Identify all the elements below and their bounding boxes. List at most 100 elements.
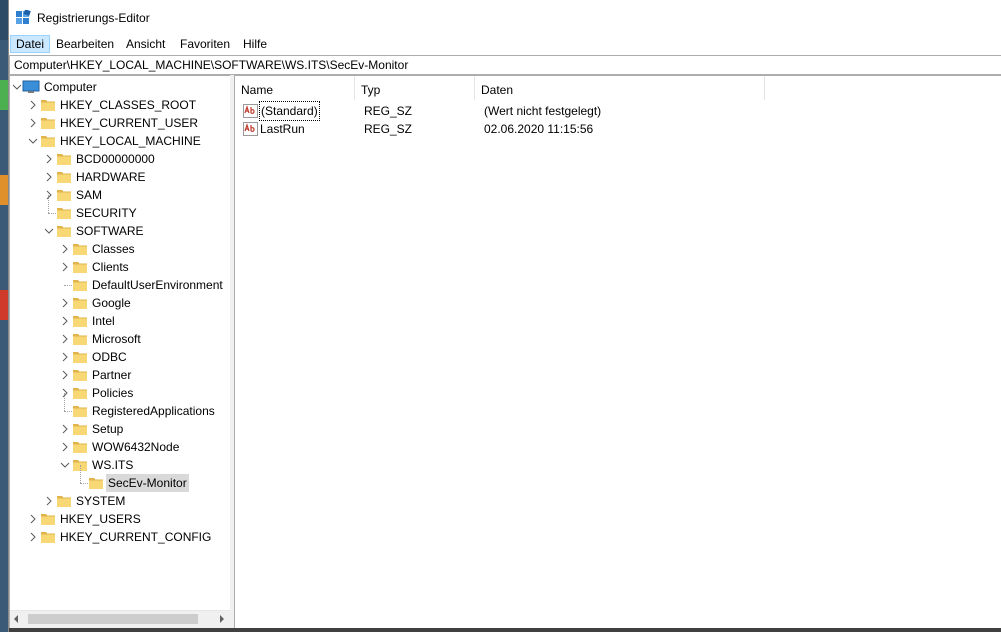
registry-tree-pane[interactable]: Computer HKEY_CLASSES_ROOT HKEY_CURRENT_U… — [9, 75, 231, 629]
scroll-right-icon[interactable] — [218, 614, 226, 624]
tree-node[interactable]: Classes — [10, 240, 230, 258]
chevron-down-icon[interactable] — [60, 460, 70, 470]
column-header-name[interactable]: Name — [235, 76, 355, 100]
tree-node[interactable]: BCD00000000 — [10, 150, 230, 168]
folder-icon — [73, 370, 87, 381]
tree-node-label: Setup — [92, 422, 124, 436]
chevron-right-icon[interactable] — [60, 298, 70, 308]
column-header-type[interactable]: Typ — [355, 76, 475, 100]
chevron-right-icon[interactable] — [60, 388, 70, 398]
chevron-down-icon[interactable] — [44, 226, 54, 236]
tree-node-label: HKEY_CURRENT_CONFIG — [60, 530, 212, 544]
tree-node-label: Clients — [92, 260, 129, 274]
tree-node[interactable]: Clients — [10, 258, 230, 276]
menu-bar: Datei Bearbeiten Ansicht Favoriten Hilfe — [9, 34, 1001, 54]
tree-node-label: SAM — [76, 188, 103, 202]
tree-node-computer[interactable]: Computer — [10, 78, 230, 96]
values-list-pane[interactable]: Name Typ Daten (Standard) REG_SZ (Wert nic… — [234, 75, 1001, 629]
tree-node-label-selected: SecEv-Monitor — [106, 474, 189, 492]
menu-ansicht[interactable]: Ansicht — [121, 35, 170, 53]
desktop-icon-fragment — [0, 175, 8, 205]
chevron-right-icon[interactable] — [28, 100, 38, 110]
tree-node[interactable]: ODBC — [10, 348, 230, 366]
value-name[interactable]: (Standard) — [259, 101, 320, 121]
tree-node[interactable]: SecEv-Monitor — [10, 474, 230, 492]
chevron-right-icon[interactable] — [60, 352, 70, 362]
tree-node[interactable]: Partner — [10, 366, 230, 384]
folder-icon — [73, 280, 87, 291]
tree-node-label: SOFTWARE — [76, 224, 144, 238]
value-row[interactable]: (Standard) REG_SZ (Wert nicht festgelegt) — [235, 101, 1001, 121]
chevron-right-icon[interactable] — [44, 172, 54, 182]
folder-icon — [73, 334, 87, 345]
chevron-right-icon[interactable] — [60, 262, 70, 272]
chevron-right-icon[interactable] — [44, 190, 54, 200]
chevron-right-icon[interactable] — [28, 514, 38, 524]
tree-node[interactable]: HKEY_CURRENT_CONFIG — [10, 528, 230, 546]
value-row[interactable]: LastRun REG_SZ 02.06.2020 11:15:56 — [235, 120, 1001, 138]
tree-node-label: HKEY_CURRENT_USER — [60, 116, 199, 130]
tree-connector-line — [48, 213, 56, 214]
scrollbar-thumb[interactable] — [28, 614, 198, 624]
tree-node[interactable]: Setup — [10, 420, 230, 438]
tree-connector-line — [80, 483, 88, 484]
folder-icon — [57, 190, 71, 201]
tree-node[interactable]: SOFTWARE — [10, 222, 230, 240]
tree-node[interactable]: Policies — [10, 384, 230, 402]
tree-node[interactable]: HARDWARE — [10, 168, 230, 186]
column-headers: Name Typ Daten — [235, 76, 1001, 100]
value-name[interactable]: LastRun — [260, 120, 305, 138]
string-value-icon — [243, 122, 258, 136]
column-header-data[interactable]: Daten — [475, 76, 765, 100]
tree-node-label: Partner — [92, 368, 132, 382]
tree-node[interactable]: WS.ITS — [10, 456, 230, 474]
address-path[interactable]: Computer\HKEY_LOCAL_MACHINE\SOFTWARE\WS.… — [14, 56, 408, 74]
chevron-right-icon[interactable] — [60, 424, 70, 434]
tree-node-label: HARDWARE — [76, 170, 146, 184]
tree-horizontal-scrollbar[interactable] — [10, 610, 230, 628]
tree-node[interactable]: WOW6432Node — [10, 438, 230, 456]
chevron-right-icon[interactable] — [60, 370, 70, 380]
tree-node[interactable]: Microsoft — [10, 330, 230, 348]
scroll-left-icon[interactable] — [12, 614, 20, 624]
chevron-down-icon[interactable] — [28, 136, 38, 146]
chevron-right-icon[interactable] — [28, 118, 38, 128]
chevron-right-icon[interactable] — [44, 154, 54, 164]
tree-guide-line — [48, 195, 49, 213]
tree-node[interactable]: SECURITY — [10, 204, 230, 222]
tree-node[interactable]: SYSTEM — [10, 492, 230, 510]
tree-node-label: HKEY_LOCAL_MACHINE — [60, 134, 201, 148]
tree-node-label: SYSTEM — [76, 494, 126, 508]
folder-icon — [73, 388, 87, 399]
window-title: Registrierungs-Editor — [37, 11, 150, 25]
chevron-right-icon[interactable] — [60, 442, 70, 452]
tree-node-label: Microsoft — [92, 332, 141, 346]
chevron-down-icon[interactable] — [12, 82, 22, 92]
folder-icon — [73, 244, 87, 255]
tree-node[interactable]: RegisteredApplications — [10, 402, 230, 420]
title-bar[interactable]: Registrierungs-Editor — [9, 0, 1001, 34]
chevron-right-icon[interactable] — [60, 334, 70, 344]
tree-node[interactable]: HKEY_CLASSES_ROOT — [10, 96, 230, 114]
address-bar[interactable]: Computer\HKEY_LOCAL_MACHINE\SOFTWARE\WS.… — [9, 55, 1001, 75]
tree-node-label: BCD00000000 — [76, 152, 155, 166]
tree-node[interactable]: SAM — [10, 186, 230, 204]
chevron-right-icon[interactable] — [44, 496, 54, 506]
tree-node[interactable]: HKEY_LOCAL_MACHINE — [10, 132, 230, 150]
menu-bearbeiten[interactable]: Bearbeiten — [51, 35, 119, 53]
tree-node-label: RegisteredApplications — [92, 404, 215, 418]
folder-icon — [57, 154, 71, 165]
chevron-right-icon[interactable] — [60, 316, 70, 326]
menu-hilfe[interactable]: Hilfe — [238, 35, 272, 53]
chevron-right-icon[interactable] — [60, 244, 70, 254]
tree-node[interactable]: HKEY_CURRENT_USER — [10, 114, 230, 132]
tree-node[interactable]: DefaultUserEnvironment — [10, 276, 230, 294]
tree-node-label: WOW6432Node — [92, 440, 180, 454]
chevron-right-icon[interactable] — [28, 532, 38, 542]
menu-favoriten[interactable]: Favoriten — [175, 35, 235, 53]
folder-icon — [41, 532, 55, 543]
tree-node[interactable]: Google — [10, 294, 230, 312]
tree-node[interactable]: Intel — [10, 312, 230, 330]
menu-datei[interactable]: Datei — [10, 35, 51, 53]
tree-node[interactable]: HKEY_USERS — [10, 510, 230, 528]
